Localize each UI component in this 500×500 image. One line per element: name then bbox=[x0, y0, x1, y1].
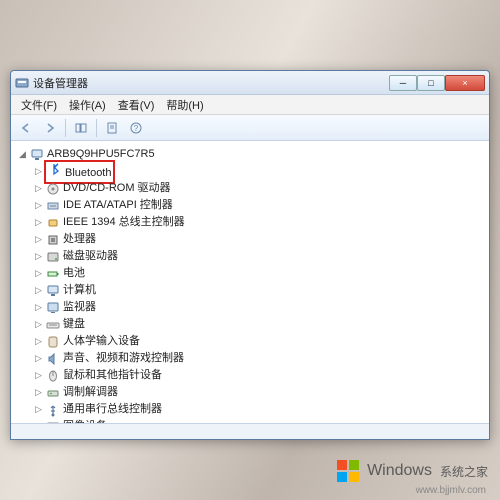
watermark-sub: 系统之家 bbox=[440, 463, 488, 480]
show-hide-tree-button[interactable] bbox=[70, 118, 92, 138]
mouse-icon bbox=[46, 369, 60, 383]
tree-item-label: 人体学输入设备 bbox=[63, 333, 140, 350]
toolbar: ? bbox=[11, 115, 489, 141]
expand-icon[interactable]: ▷ bbox=[33, 234, 44, 245]
expand-icon[interactable]: ▷ bbox=[33, 285, 44, 296]
tree-item[interactable]: ▷ 鼠标和其他指针设备 bbox=[33, 367, 489, 384]
tree-item-label: 磁盘驱动器 bbox=[63, 248, 118, 265]
tree-item-label: 计算机 bbox=[63, 282, 96, 299]
expand-icon[interactable]: ▷ bbox=[33, 404, 44, 415]
menu-help[interactable]: 帮助(H) bbox=[160, 95, 209, 115]
tree-item-label: 声音、视频和游戏控制器 bbox=[63, 350, 184, 367]
expand-icon[interactable]: ▷ bbox=[33, 217, 44, 228]
computer-icon bbox=[46, 284, 60, 298]
toolbar-separator bbox=[65, 119, 66, 137]
tree-item-label: Bluetooth bbox=[65, 167, 111, 179]
firewire-icon bbox=[46, 216, 60, 230]
svg-text:?: ? bbox=[134, 124, 139, 133]
bluetooth-icon bbox=[48, 162, 62, 176]
keyboard-icon bbox=[46, 318, 60, 332]
toolbar-separator bbox=[96, 119, 97, 137]
maximize-button[interactable]: □ bbox=[417, 75, 445, 91]
computer-icon bbox=[30, 148, 44, 162]
expand-icon[interactable]: ▷ bbox=[33, 302, 44, 313]
properties-button[interactable] bbox=[101, 118, 123, 138]
monitor-icon bbox=[46, 301, 60, 315]
tree-item[interactable]: ▷ 键盘 bbox=[33, 316, 489, 333]
hid-icon bbox=[46, 335, 60, 349]
back-button[interactable] bbox=[15, 118, 37, 138]
tree-item[interactable]: ▷ 声音、视频和游戏控制器 bbox=[33, 350, 489, 367]
sound-icon bbox=[46, 352, 60, 366]
tree-item-label: DVD/CD-ROM 驱动器 bbox=[63, 180, 171, 197]
expand-icon[interactable]: ▷ bbox=[33, 387, 44, 398]
tree-item-label: 通用串行总线控制器 bbox=[63, 401, 162, 418]
tree-item-label: 处理器 bbox=[63, 231, 96, 248]
tree-item[interactable]: ▷ 磁盘驱动器 bbox=[33, 248, 489, 265]
tree-item-label: 监视器 bbox=[63, 299, 96, 316]
tree-item-label: IDE ATA/ATAPI 控制器 bbox=[63, 197, 173, 214]
help-button[interactable]: ? bbox=[125, 118, 147, 138]
tree-item[interactable]: ▷ 处理器 bbox=[33, 231, 489, 248]
collapse-icon[interactable]: ◢ bbox=[17, 149, 28, 160]
window-controls: ─ □ × bbox=[389, 75, 485, 91]
tree-item[interactable]: ▷ 电池 bbox=[33, 265, 489, 282]
expand-icon[interactable]: ▷ bbox=[33, 200, 44, 211]
tree-item[interactable]: ▷ DVD/CD-ROM 驱动器 bbox=[33, 180, 489, 197]
titlebar[interactable]: 设备管理器 ─ □ × bbox=[11, 71, 489, 95]
cpu-icon bbox=[46, 233, 60, 247]
watermark-url: www.bjjmlv.com bbox=[416, 485, 486, 496]
disc-icon bbox=[46, 182, 60, 196]
modem-icon bbox=[46, 386, 60, 400]
tree-item-label: 鼠标和其他指针设备 bbox=[63, 367, 162, 384]
menu-view[interactable]: 查看(V) bbox=[112, 95, 161, 115]
device-manager-window: 设备管理器 ─ □ × 文件(F) 操作(A) 查看(V) 帮助(H) ? ◢ … bbox=[10, 70, 490, 440]
watermark: Windows 系统之家 bbox=[335, 458, 488, 484]
expand-icon[interactable]: ▷ bbox=[33, 183, 44, 194]
menu-action[interactable]: 操作(A) bbox=[63, 95, 112, 115]
statusbar bbox=[11, 423, 489, 439]
tree-item[interactable]: ▷ Bluetooth bbox=[33, 163, 489, 180]
expand-icon[interactable]: ▷ bbox=[33, 251, 44, 262]
tree-item[interactable]: ▷ IDE ATA/ATAPI 控制器 bbox=[33, 197, 489, 214]
watermark-brand: Windows bbox=[367, 462, 432, 480]
forward-button[interactable] bbox=[39, 118, 61, 138]
ide-icon bbox=[46, 199, 60, 213]
tree-content[interactable]: ◢ ARB9Q9HPU5FC7R5 ▷Bluetooth▷DVD/CD-ROM … bbox=[11, 141, 489, 423]
tree-item[interactable]: ▷ 计算机 bbox=[33, 282, 489, 299]
minimize-button[interactable]: ─ bbox=[389, 75, 417, 91]
usb-icon bbox=[46, 403, 60, 417]
tree-item[interactable]: ▷ 监视器 bbox=[33, 299, 489, 316]
battery-icon bbox=[46, 267, 60, 281]
windows-logo-icon bbox=[335, 458, 361, 484]
tree-item[interactable]: ▷ 人体学输入设备 bbox=[33, 333, 489, 350]
expand-icon[interactable]: ▷ bbox=[33, 268, 44, 279]
window-title: 设备管理器 bbox=[33, 75, 88, 91]
tree-item-label: IEEE 1394 总线主控制器 bbox=[63, 214, 185, 231]
menubar: 文件(F) 操作(A) 查看(V) 帮助(H) bbox=[11, 95, 489, 115]
tree-item[interactable]: ▷ IEEE 1394 总线主控制器 bbox=[33, 214, 489, 231]
close-button[interactable]: × bbox=[445, 75, 485, 91]
expand-icon[interactable]: ▷ bbox=[33, 336, 44, 347]
tree-item[interactable]: ▷ 调制解调器 bbox=[33, 384, 489, 401]
tree-item-label: 电池 bbox=[63, 265, 85, 282]
tree-item-label: 键盘 bbox=[63, 316, 85, 333]
tree-item-label: 调制解调器 bbox=[63, 384, 118, 401]
app-icon bbox=[15, 76, 29, 90]
device-tree: ◢ ARB9Q9HPU5FC7R5 ▷Bluetooth▷DVD/CD-ROM … bbox=[11, 146, 489, 423]
disk-icon bbox=[46, 250, 60, 264]
expand-icon[interactable]: ▷ bbox=[33, 353, 44, 364]
menu-file[interactable]: 文件(F) bbox=[15, 95, 63, 115]
expand-icon[interactable]: ▷ bbox=[33, 370, 44, 381]
expand-icon[interactable]: ▷ bbox=[33, 166, 44, 177]
expand-icon[interactable]: ▷ bbox=[33, 319, 44, 330]
tree-item[interactable]: ▷ 通用串行总线控制器 bbox=[33, 401, 489, 418]
